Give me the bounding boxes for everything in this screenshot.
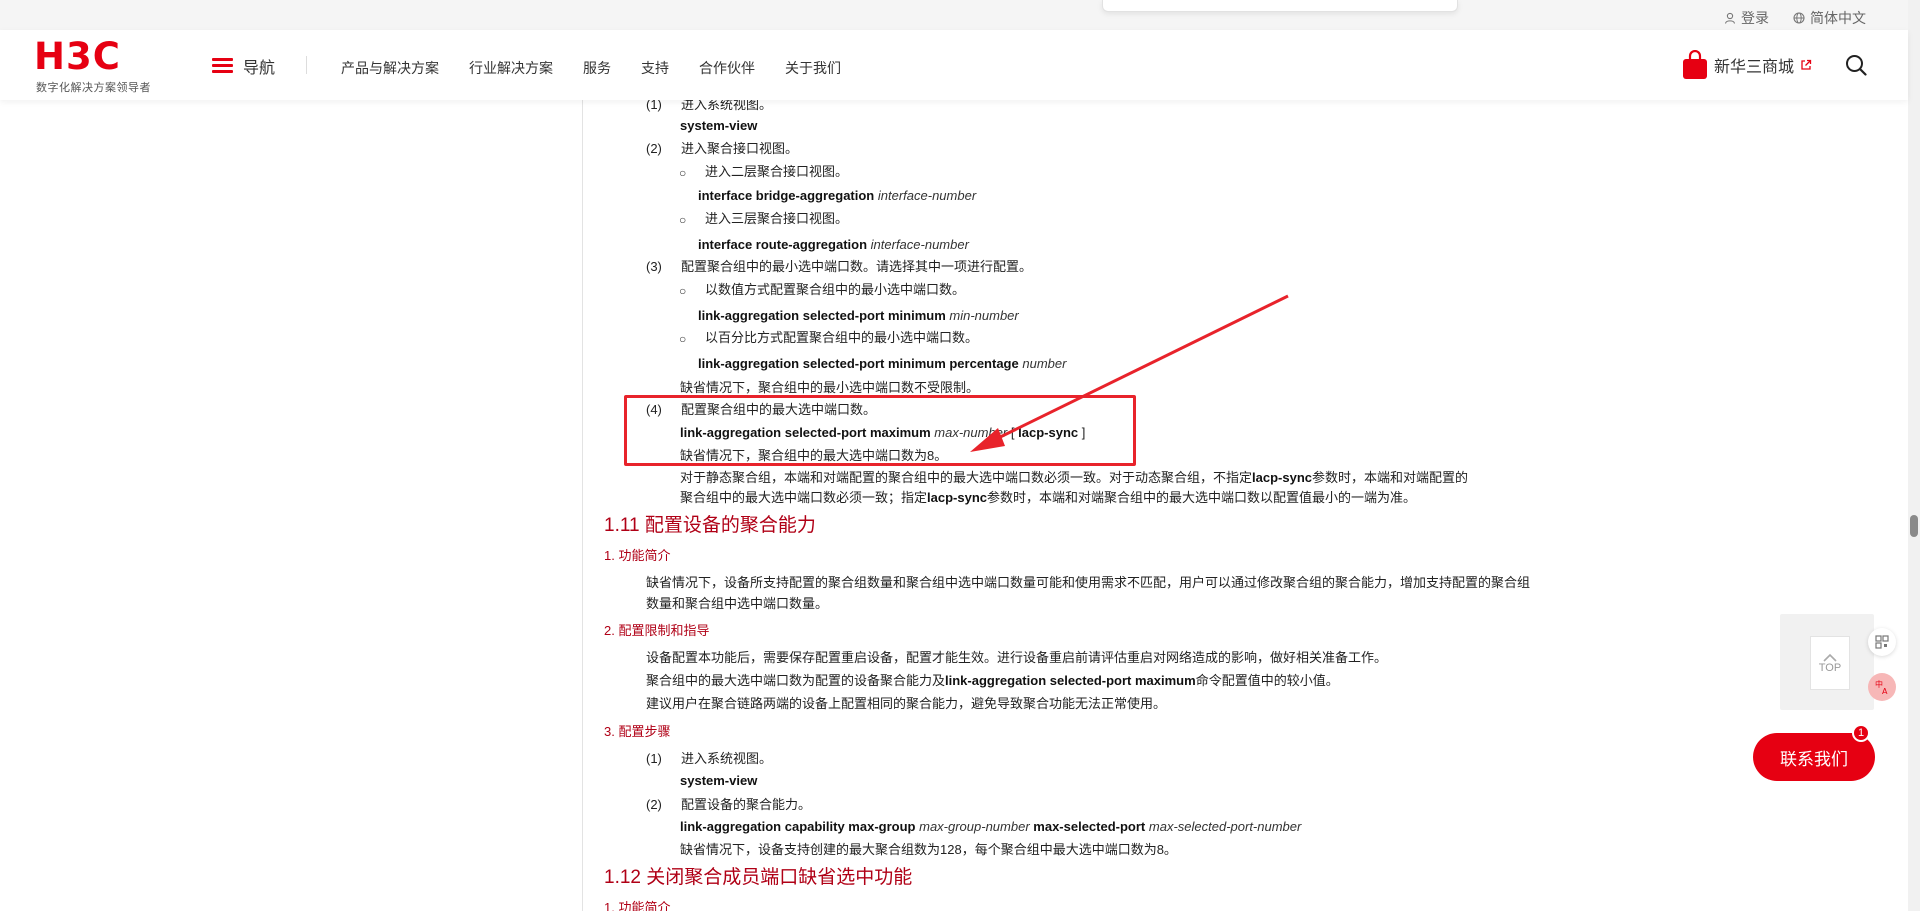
nav-divider (306, 56, 307, 74)
command-keyword: max-selected-port (1033, 819, 1146, 834)
command-line: link-aggregation selected-port minimum m… (698, 307, 1019, 325)
step-number: (2) (646, 797, 662, 812)
search-icon[interactable] (1845, 54, 1867, 76)
bullet-circle: ○ (679, 166, 687, 180)
logo-tagline: 数字化解决方案领导者 (36, 82, 151, 94)
bullet-circle: ○ (679, 213, 687, 227)
command-argument: number (1022, 356, 1067, 371)
translate-icon: 中A (1875, 679, 1888, 695)
scrollbar-track[interactable] (1908, 0, 1920, 911)
annotation-highlight-box (624, 395, 1136, 466)
step-text: 进入聚合接口视图。 (681, 141, 799, 156)
menu-item-service[interactable]: 服务 (583, 58, 611, 78)
command-line: system-view (680, 773, 758, 788)
command-keyword: link-aggregation selected-port minimum (698, 308, 946, 323)
bullet-text: 进入二层聚合接口视图。 (705, 164, 849, 179)
bullet-text: 进入三层聚合接口视图。 (705, 211, 849, 226)
menu-item-partners[interactable]: 合作伙伴 (699, 58, 755, 78)
note-line: 聚合组中的最大选中端口数必须一致；指定lacp-sync参数时，本端和对端聚合组… (680, 489, 1416, 507)
note-text: 聚合组中的最大选中端口数必须一致；指定 (680, 490, 928, 505)
hamburger-icon (212, 58, 233, 74)
menu-item-support[interactable]: 支持 (641, 58, 669, 78)
svg-text:A: A (1882, 687, 1888, 695)
bullet-circle: ○ (679, 284, 687, 298)
scrollbar-thumb[interactable] (1910, 515, 1918, 537)
command-line: interface bridge-aggregation interface-n… (698, 187, 976, 205)
h3c-logo[interactable]: H3C 数字化解决方案领导者 (34, 38, 160, 94)
subsection-heading: 1. 功能简介 (604, 548, 671, 563)
step-text: 配置设备的聚合能力。 (681, 797, 812, 812)
default-note: 缺省情况下，设备支持创建的最大聚合组数为128，每个聚合组中最大选中端口数为8。 (680, 842, 1177, 857)
note-text: 参数时，本端和对端配置的 (1312, 470, 1469, 485)
main-menu: 产品与解决方案 行业解决方案 服务 支持 合作伙伴 关于我们 (341, 58, 871, 78)
step-text: 配置聚合组中的最小选中端口数。请选择其中一项进行配置。 (681, 259, 1033, 274)
notification-badge: 1 (1852, 724, 1870, 742)
section-heading: 1.11 配置设备的聚合能力 (604, 515, 816, 536)
top-label: TOP (1818, 661, 1842, 674)
mall-label: 新华三商城 (1714, 59, 1795, 76)
subsection-heading: 2. 配置限制和指导 (604, 623, 710, 638)
note-text: 参数时，本端和对端聚合组中的最大选中端口数以配置值最小的一端为准。 (987, 490, 1417, 505)
command-line: interface route-aggregation interface-nu… (698, 236, 969, 254)
paragraph: 缺省情况下，设备所支持配置的聚合组数量和聚合组中选中端口数量可能和使用需求不匹配… (646, 575, 1531, 611)
menu-item-about[interactable]: 关于我们 (785, 58, 841, 78)
command-argument: min-number (949, 308, 1019, 323)
back-to-top-button[interactable]: TOP (1810, 636, 1850, 690)
h3c-logo-mark: H3C (34, 38, 121, 74)
qr-code-icon (1875, 635, 1889, 649)
subsection-heading: 1. 功能简介 (604, 900, 671, 911)
command-keyword: link-aggregation selected-port maximum (945, 673, 1196, 688)
menu-item-industry[interactable]: 行业解决方案 (469, 58, 553, 78)
nav-menu-button[interactable]: 导航 (212, 54, 275, 78)
command-keyword: interface route-aggregation (698, 237, 868, 252)
command-keyword: lacp-sync (1252, 470, 1312, 485)
svg-text:H3C: H3C (34, 38, 121, 74)
note-text: 对于静态聚合组，本端和对端配置的聚合组中的最大选中端口数必须一致。对于动态聚合组… (680, 470, 1253, 485)
command-keyword: link-aggregation selected-port minimum p… (698, 356, 1019, 371)
subsection-heading: 3. 配置步骤 (604, 724, 671, 739)
site-header: H3C 数字化解决方案领导者 导航 产品与解决方案 行业解决方案 服务 支持 合… (0, 30, 1908, 100)
translate-button[interactable]: 中A (1868, 673, 1896, 701)
command-keyword: link-aggregation capability max-group (680, 819, 916, 834)
step-text: 进入系统视图。 (681, 751, 773, 766)
mall-link[interactable]: 新华三商城 (1682, 50, 1812, 80)
step-number: (2) (646, 141, 662, 156)
nav-label: 导航 (243, 60, 276, 77)
paragraph-text: 命令配置值中的较小值。 (1195, 673, 1339, 688)
qr-code-button[interactable] (1868, 628, 1896, 656)
note-line: 对于静态聚合组，本端和对端配置的聚合组中的最大选中端口数必须一致。对于动态聚合组… (680, 469, 1468, 487)
menu-item-products[interactable]: 产品与解决方案 (341, 58, 439, 78)
step-number: (3) (646, 259, 662, 274)
external-link-icon (1801, 59, 1812, 70)
bullet-text: 以数值方式配置聚合组中的最小选中端口数。 (705, 282, 966, 297)
bullet-circle: ○ (679, 332, 687, 346)
command-argument: max-group-number (919, 819, 1030, 834)
paragraph: 设备配置本功能后，需要保存配置重启设备，配置才能生效。进行设备重启前请评估重启对… (646, 650, 1388, 665)
chevron-up-icon (1823, 653, 1837, 662)
command-argument: interface-number (877, 188, 977, 203)
command-keyword: lacp-sync (927, 490, 987, 505)
paragraph-text: 聚合组中的最大选中端口数为配置的设备聚合能力及 (646, 673, 946, 688)
bullet-text: 以百分比方式配置聚合组中的最小选中端口数。 (705, 330, 979, 345)
step-number: (1) (646, 751, 662, 766)
paragraph: 建议用户在聚合链路两端的设备上配置相同的聚合能力，避免导致聚合功能无法正常使用。 (646, 696, 1167, 711)
command-keyword: interface bridge-aggregation (698, 188, 875, 203)
command-line: link-aggregation selected-port minimum p… (698, 355, 1066, 373)
paragraph: 聚合组中的最大选中端口数为配置的设备聚合能力及link-aggregation … (646, 672, 1339, 690)
section-heading: 1.12 关闭聚合成员端口缺省选中功能 (604, 867, 913, 888)
command-argument: interface-number (870, 237, 969, 252)
command-line: system-view (680, 118, 758, 133)
command-line: link-aggregation capability max-group ma… (680, 818, 1301, 836)
shopping-bag-icon (1683, 50, 1707, 79)
contact-label: 联系我们 (1780, 749, 1848, 769)
command-argument: max-selected-port-number (1148, 819, 1302, 834)
